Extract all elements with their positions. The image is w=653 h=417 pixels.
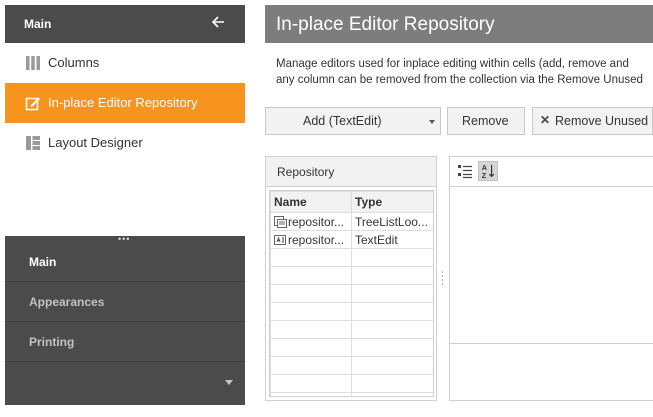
description-line: Manage editors used for inplace editing … <box>276 58 629 70</box>
table-row <box>270 392 433 396</box>
repository-panel: Repository Name Type repositor... TreeLi… <box>265 156 437 401</box>
table-row[interactable]: repositor... TreeListLoo... <box>270 212 433 231</box>
remove-button[interactable]: Remove <box>447 107 525 135</box>
categorized-icon[interactable] <box>456 162 474 180</box>
group-appearances[interactable]: Appearances <box>5 282 245 322</box>
nav-item-label: Columns <box>48 55 100 70</box>
page-title: In-place Editor Repository <box>276 14 495 35</box>
group-label: Printing <box>29 335 75 349</box>
chevron-down-icon[interactable] <box>225 380 233 385</box>
repository-title: Repository <box>277 165 335 179</box>
panel-splitter-icon[interactable] <box>441 268 444 288</box>
group-main[interactable]: Main <box>5 242 245 282</box>
column-header-type[interactable]: Type <box>351 191 433 213</box>
textedit-icon <box>274 234 286 245</box>
row-name: repositor... <box>288 214 345 229</box>
panel-title-bar: In-place Editor Repository <box>265 5 653 43</box>
nav-item-label: In-place Editor Repository <box>48 95 198 110</box>
table-row <box>270 284 433 303</box>
table-row <box>270 374 433 393</box>
property-grid: A Z <box>449 156 653 401</box>
table-row[interactable]: repositor... TextEdit <box>270 230 433 249</box>
back-arrow-icon[interactable] <box>211 14 225 30</box>
lookup-editor-icon <box>274 215 287 228</box>
nav-item-label: Layout Designer <box>48 135 143 150</box>
table-row <box>270 248 433 267</box>
remove-unused-button[interactable]: ✕ Remove Unused <box>532 107 653 135</box>
row-type: TreeListLoo... <box>351 212 433 231</box>
group-label: Appearances <box>29 295 105 309</box>
layout-icon <box>26 136 40 150</box>
group-label: Main <box>29 255 57 269</box>
sort-alphabetical-icon[interactable]: A Z <box>478 161 498 181</box>
svg-text:Z: Z <box>482 171 487 180</box>
close-icon: ✕ <box>540 113 551 127</box>
repository-header: Repository <box>266 157 436 187</box>
add-editor-button[interactable]: Add (TextEdit) <box>265 107 441 135</box>
row-name: repositor... <box>288 232 345 247</box>
repository-grid[interactable]: Name Type repositor... TreeListLoo... re… <box>269 190 434 397</box>
remove-unused-label: Remove Unused <box>555 114 649 128</box>
columns-icon <box>26 56 40 70</box>
table-row <box>270 266 433 285</box>
table-row <box>270 338 433 357</box>
description-line: any column can be removed from the colle… <box>276 74 643 86</box>
nav-item-layout-designer[interactable]: Layout Designer <box>5 123 245 163</box>
sidebar-title: Main <box>24 17 52 31</box>
property-description-divider <box>450 343 653 344</box>
edit-icon <box>25 97 40 111</box>
table-row <box>270 356 433 375</box>
nav-item-inplace-editor-repository[interactable]: In-place Editor Repository <box>5 83 245 123</box>
sidebar: Main Columns In-place Editor Repository … <box>5 5 245 405</box>
add-button-label: Add (TextEdit) <box>303 114 382 128</box>
sidebar-header: Main <box>5 5 245 43</box>
table-row <box>270 302 433 321</box>
nav-item-columns[interactable]: Columns <box>5 43 245 83</box>
property-grid-toolbar: A Z <box>450 157 653 187</box>
table-row <box>270 320 433 339</box>
panel-description: Manage editors used for inplace editing … <box>276 56 653 92</box>
dropdown-arrow-icon[interactable] <box>429 120 435 124</box>
sidebar-overflow <box>5 362 245 405</box>
group-printing[interactable]: Printing <box>5 322 245 362</box>
remove-button-label: Remove <box>462 114 509 128</box>
row-type: TextEdit <box>351 230 433 249</box>
column-header-name[interactable]: Name <box>270 191 352 213</box>
